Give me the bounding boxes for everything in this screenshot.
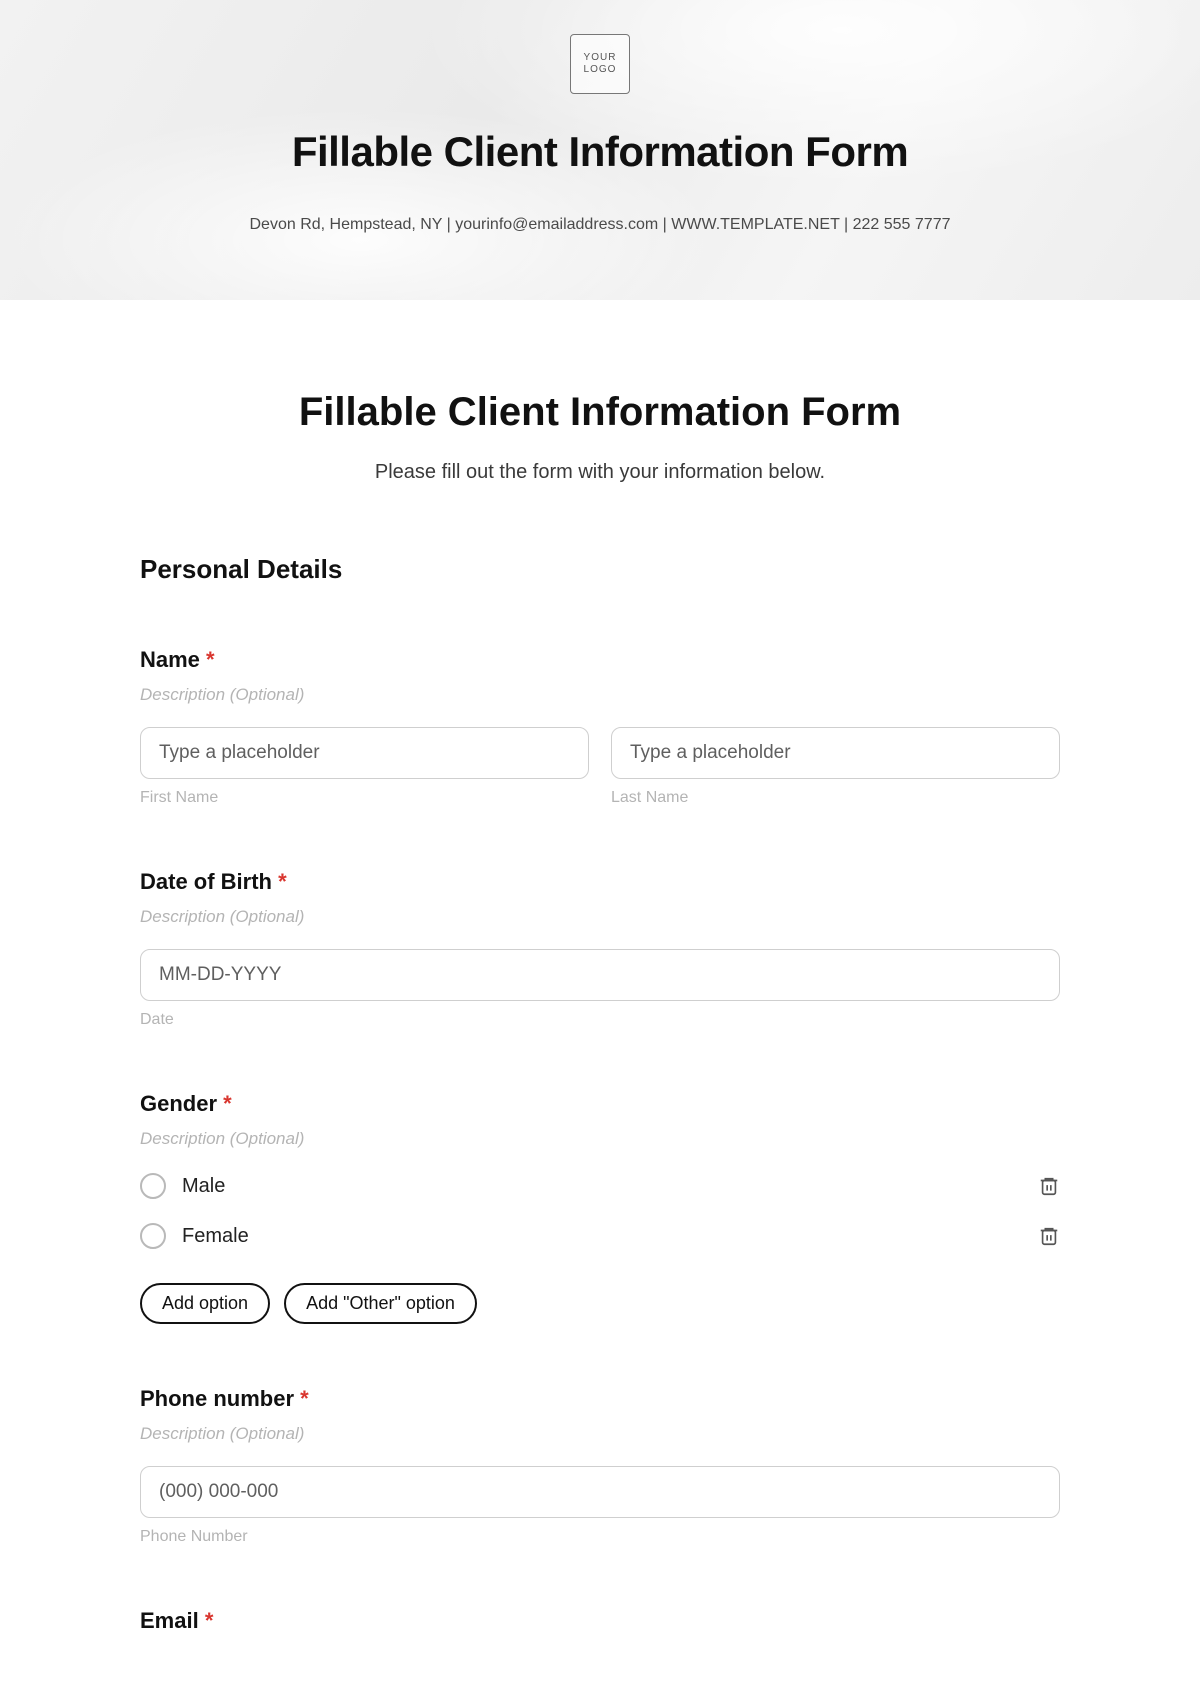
gender-label: Gender *: [140, 1091, 1060, 1117]
name-description[interactable]: Description (Optional): [140, 685, 1060, 705]
required-mark: *: [278, 869, 287, 894]
phone-label-text: Phone number: [140, 1386, 294, 1411]
field-phone: Phone number * Description (Optional) Ph…: [140, 1386, 1060, 1546]
field-email: Email *: [140, 1608, 1060, 1634]
phone-label: Phone number *: [140, 1386, 1060, 1412]
dob-sublabel: Date: [140, 1011, 1060, 1029]
gender-option-male-row: Male: [140, 1173, 1060, 1199]
first-name-sublabel: First Name: [140, 789, 589, 807]
last-name-input[interactable]: [611, 727, 1060, 779]
field-gender: Gender * Description (Optional) Male Fem…: [140, 1091, 1060, 1324]
phone-description[interactable]: Description (Optional): [140, 1424, 1060, 1444]
gender-label-text: Gender: [140, 1091, 217, 1116]
phone-sublabel: Phone Number: [140, 1528, 1060, 1546]
gender-option-male-label: Male: [182, 1175, 225, 1198]
dob-description[interactable]: Description (Optional): [140, 907, 1060, 927]
add-option-button[interactable]: Add option: [140, 1283, 270, 1324]
section-personal-details: Personal Details: [140, 554, 1060, 585]
required-mark: *: [223, 1091, 232, 1116]
hero-contact-line: Devon Rd, Hempstead, NY | yourinfo@email…: [250, 216, 951, 234]
logo-text: YOUR LOGO: [584, 52, 617, 76]
gender-option-female-row: Female: [140, 1223, 1060, 1249]
phone-input[interactable]: [140, 1466, 1060, 1518]
name-label-text: Name: [140, 647, 200, 672]
name-label: Name *: [140, 647, 1060, 673]
required-mark: *: [206, 647, 215, 672]
field-name: Name * Description (Optional) First Name…: [140, 647, 1060, 807]
dob-label-text: Date of Birth: [140, 869, 272, 894]
email-label-text: Email: [140, 1608, 199, 1633]
radio-female[interactable]: [140, 1223, 166, 1249]
first-name-input[interactable]: [140, 727, 589, 779]
trash-icon[interactable]: [1038, 1174, 1060, 1198]
field-dob: Date of Birth * Description (Optional) D…: [140, 869, 1060, 1029]
page-title: Fillable Client Information Form: [140, 390, 1060, 435]
email-label: Email *: [140, 1608, 1060, 1634]
gender-option-female-label: Female: [182, 1225, 249, 1248]
hero-banner: YOUR LOGO Fillable Client Information Fo…: [0, 0, 1200, 300]
required-mark: *: [205, 1608, 214, 1633]
required-mark: *: [300, 1386, 309, 1411]
last-name-sublabel: Last Name: [611, 789, 1060, 807]
trash-icon[interactable]: [1038, 1224, 1060, 1248]
add-other-option-button[interactable]: Add "Other" option: [284, 1283, 477, 1324]
page-subtitle: Please fill out the form with your infor…: [140, 461, 1060, 484]
hero-title: Fillable Client Information Form: [292, 128, 908, 176]
dob-label: Date of Birth *: [140, 869, 1060, 895]
radio-male[interactable]: [140, 1173, 166, 1199]
logo-placeholder: YOUR LOGO: [570, 34, 630, 94]
gender-description[interactable]: Description (Optional): [140, 1129, 1060, 1149]
dob-input[interactable]: [140, 949, 1060, 1001]
